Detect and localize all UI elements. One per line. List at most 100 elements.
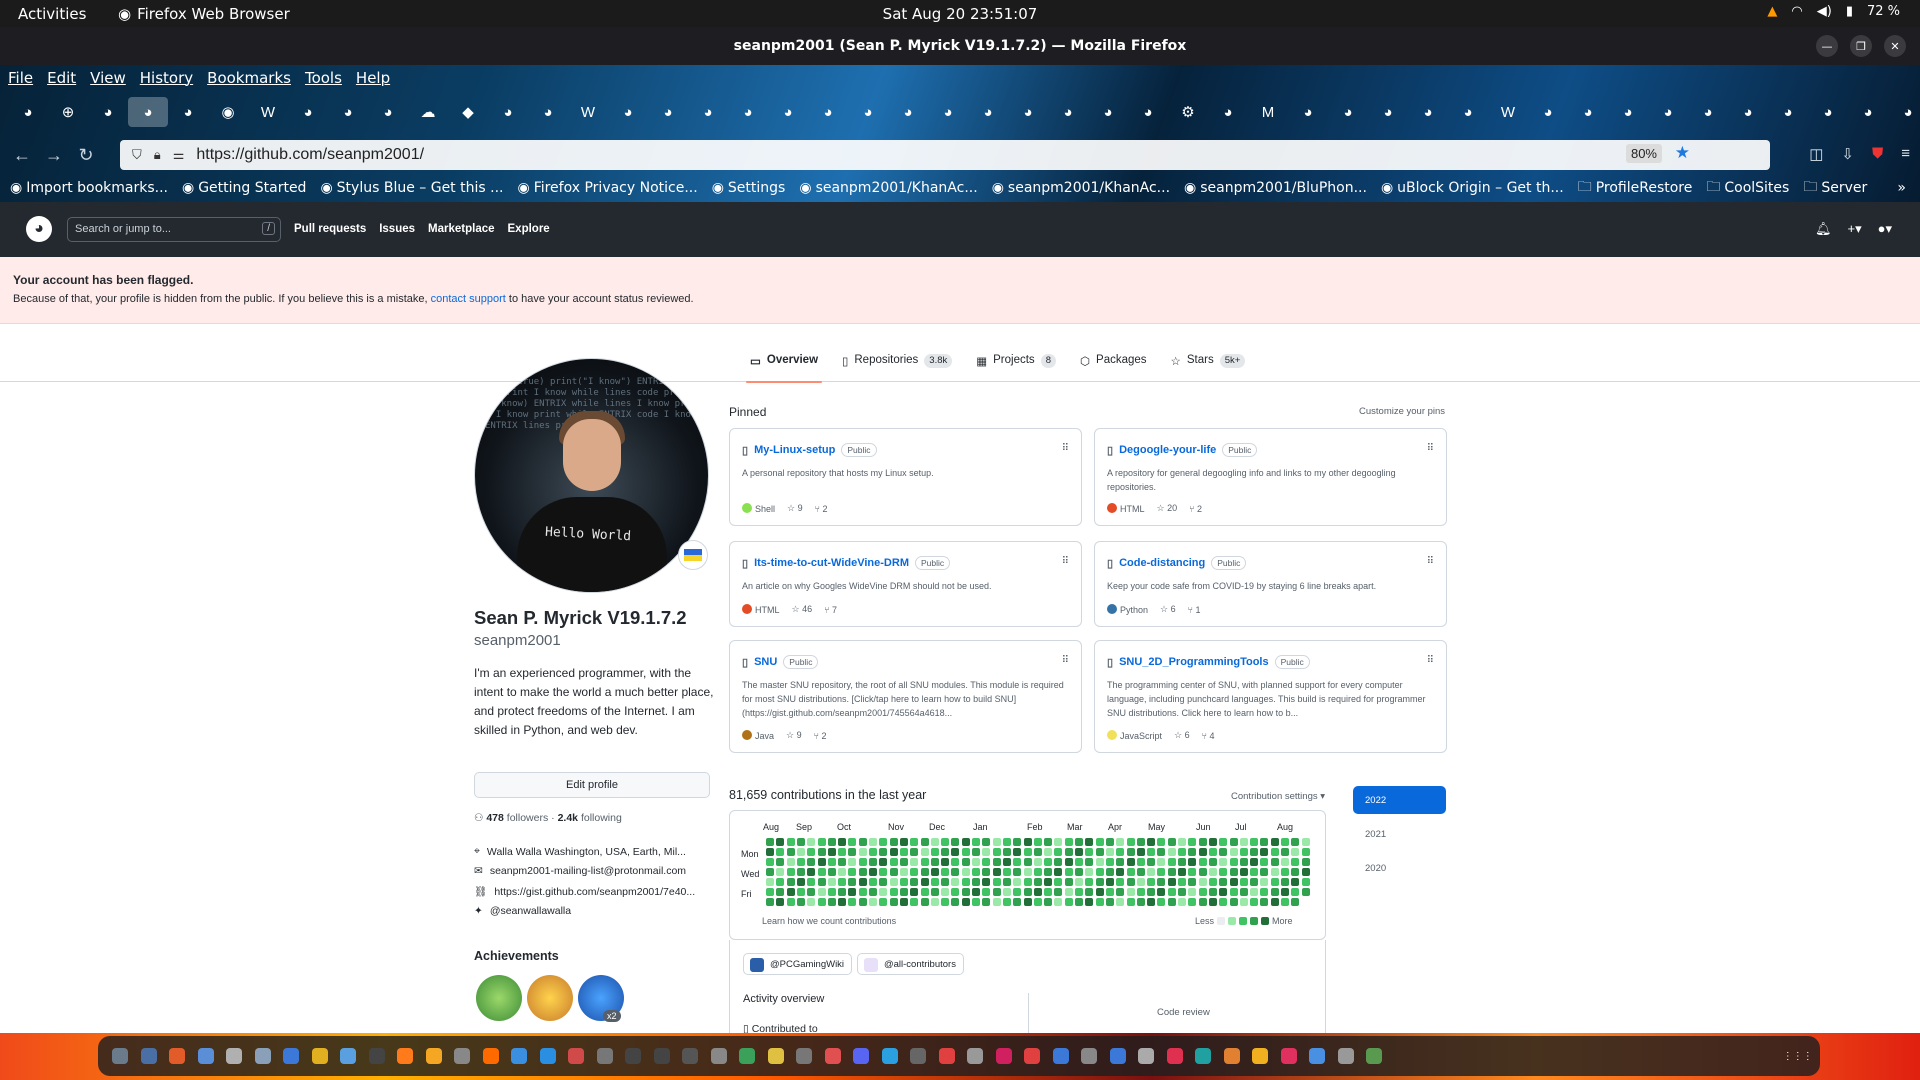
dock-app-icon[interactable]: [705, 1042, 734, 1070]
contribution-day[interactable]: [889, 838, 898, 846]
contribution-day[interactable]: [930, 888, 939, 896]
org-filter-pcgamingwiki[interactable]: @PCGamingWiki: [743, 953, 853, 975]
contribution-day[interactable]: [786, 888, 795, 896]
contribution-day[interactable]: [1116, 868, 1125, 876]
contribution-day[interactable]: [1219, 868, 1228, 876]
contribution-day[interactable]: [920, 858, 929, 866]
close-button[interactable]: ✕: [1884, 35, 1906, 57]
contribution-day[interactable]: [807, 878, 816, 886]
url-bar[interactable]: ⛉ 🔒︎ ⚌ https://github.com/seanpm2001/ 80…: [120, 140, 1770, 170]
contribution-day[interactable]: [920, 898, 929, 906]
contribution-day[interactable]: [838, 888, 847, 896]
contribution-day[interactable]: [910, 848, 919, 856]
browser-tab[interactable]: ◕: [1208, 97, 1248, 127]
contribution-day[interactable]: [1105, 848, 1114, 856]
contribution-day[interactable]: [1281, 848, 1289, 856]
stargazers-link[interactable]: ☆ 9: [786, 730, 802, 741]
browser-tab[interactable]: ◕: [728, 97, 768, 127]
contribution-day[interactable]: [807, 868, 816, 876]
contribution-day[interactable]: [776, 848, 785, 856]
contribution-day[interactable]: [961, 898, 970, 906]
contribution-day[interactable]: [1075, 878, 1083, 886]
contribution-day[interactable]: [1157, 868, 1166, 876]
contribution-day[interactable]: [1126, 888, 1135, 896]
bookmarks-overflow-icon[interactable]: »: [1897, 180, 1906, 196]
contribution-day[interactable]: [889, 878, 898, 886]
contribution-day[interactable]: [1002, 878, 1011, 886]
contribution-day[interactable]: [1281, 898, 1289, 906]
contribution-day[interactable]: [1219, 878, 1228, 886]
forks-link[interactable]: ⑂ 4: [1202, 731, 1215, 741]
contribution-day[interactable]: [1085, 878, 1094, 886]
contribution-day[interactable]: [1147, 898, 1156, 906]
contribution-day[interactable]: [1085, 888, 1094, 896]
contribution-day[interactable]: [1239, 868, 1248, 876]
avatar[interactable]: while(true) print("I know") ENTRIX I kno…: [474, 358, 709, 593]
contact-support-link[interactable]: contact support: [431, 293, 506, 305]
nav-issues[interactable]: Issues: [379, 223, 415, 235]
reload-button[interactable]: ↻: [70, 145, 102, 166]
contribution-day[interactable]: [1064, 868, 1073, 876]
contribution-day[interactable]: [1023, 868, 1032, 876]
contribution-day[interactable]: [1219, 888, 1228, 896]
contribution-day[interactable]: [1229, 898, 1238, 906]
contribution-day[interactable]: [951, 838, 960, 846]
dock-app-icon[interactable]: [933, 1042, 962, 1070]
contribution-day[interactable]: [1219, 858, 1228, 866]
contribution-day[interactable]: [1229, 838, 1238, 846]
contribution-day[interactable]: [1105, 888, 1114, 896]
year-2022[interactable]: 2022: [1353, 786, 1446, 814]
contribution-day[interactable]: [766, 878, 774, 886]
dock-app-icon[interactable]: [1104, 1042, 1133, 1070]
contribution-day[interactable]: [972, 838, 980, 846]
browser-tab[interactable]: ◕: [8, 97, 48, 127]
browser-tab[interactable]: ◕: [888, 97, 928, 127]
contribution-day[interactable]: [1281, 868, 1289, 876]
contribution-day[interactable]: [951, 898, 960, 906]
browser-tab[interactable]: W: [1488, 97, 1528, 127]
contribution-day[interactable]: [941, 898, 950, 906]
contribution-day[interactable]: [1281, 858, 1289, 866]
contribution-day[interactable]: [1054, 838, 1063, 846]
contribution-day[interactable]: [838, 848, 847, 856]
dock-app-icon[interactable]: [1218, 1042, 1247, 1070]
browser-tab[interactable]: ◕: [768, 97, 808, 127]
contribution-day[interactable]: [1219, 838, 1228, 846]
contribution-day[interactable]: [1270, 888, 1279, 896]
contribution-day[interactable]: [899, 868, 908, 876]
contribution-day[interactable]: [1250, 838, 1259, 846]
contribution-day[interactable]: [1229, 878, 1238, 886]
contribution-day[interactable]: [796, 838, 805, 846]
contribution-day[interactable]: [1198, 848, 1207, 856]
browser-tab[interactable]: ☁: [408, 97, 448, 127]
contribution-day[interactable]: [817, 848, 826, 856]
contribution-day[interactable]: [1095, 878, 1104, 886]
contribution-day[interactable]: [827, 858, 836, 866]
contribution-day[interactable]: [1054, 878, 1063, 886]
contribution-day[interactable]: [1208, 898, 1217, 906]
contribution-day[interactable]: [1064, 888, 1073, 896]
dock-app-icon[interactable]: [1246, 1042, 1275, 1070]
contribution-day[interactable]: [899, 848, 908, 856]
dock-app-icon[interactable]: [334, 1042, 363, 1070]
contribution-day[interactable]: [858, 838, 867, 846]
contribution-day[interactable]: [982, 888, 991, 896]
contribution-day[interactable]: [889, 888, 898, 896]
contribution-day[interactable]: [1198, 868, 1207, 876]
repo-name-link[interactable]: SNU: [754, 656, 777, 668]
dock-app-icon[interactable]: [990, 1042, 1019, 1070]
contribution-day[interactable]: [879, 898, 888, 906]
contribution-day[interactable]: [1023, 838, 1032, 846]
contribution-day[interactable]: [972, 878, 980, 886]
contribution-day[interactable]: [1147, 848, 1156, 856]
contribution-day[interactable]: [1033, 878, 1042, 886]
contribution-day[interactable]: [972, 868, 980, 876]
following-label[interactable]: following: [581, 812, 622, 824]
browser-tab[interactable]: ◕: [1448, 97, 1488, 127]
contribution-day[interactable]: [1208, 838, 1217, 846]
contribution-day[interactable]: [766, 888, 774, 896]
contribution-day[interactable]: [1002, 898, 1011, 906]
browser-tab[interactable]: ◕: [1728, 97, 1768, 127]
contribution-day[interactable]: [1157, 888, 1166, 896]
show-applications-icon[interactable]: ⋮⋮⋮: [1783, 1042, 1813, 1070]
